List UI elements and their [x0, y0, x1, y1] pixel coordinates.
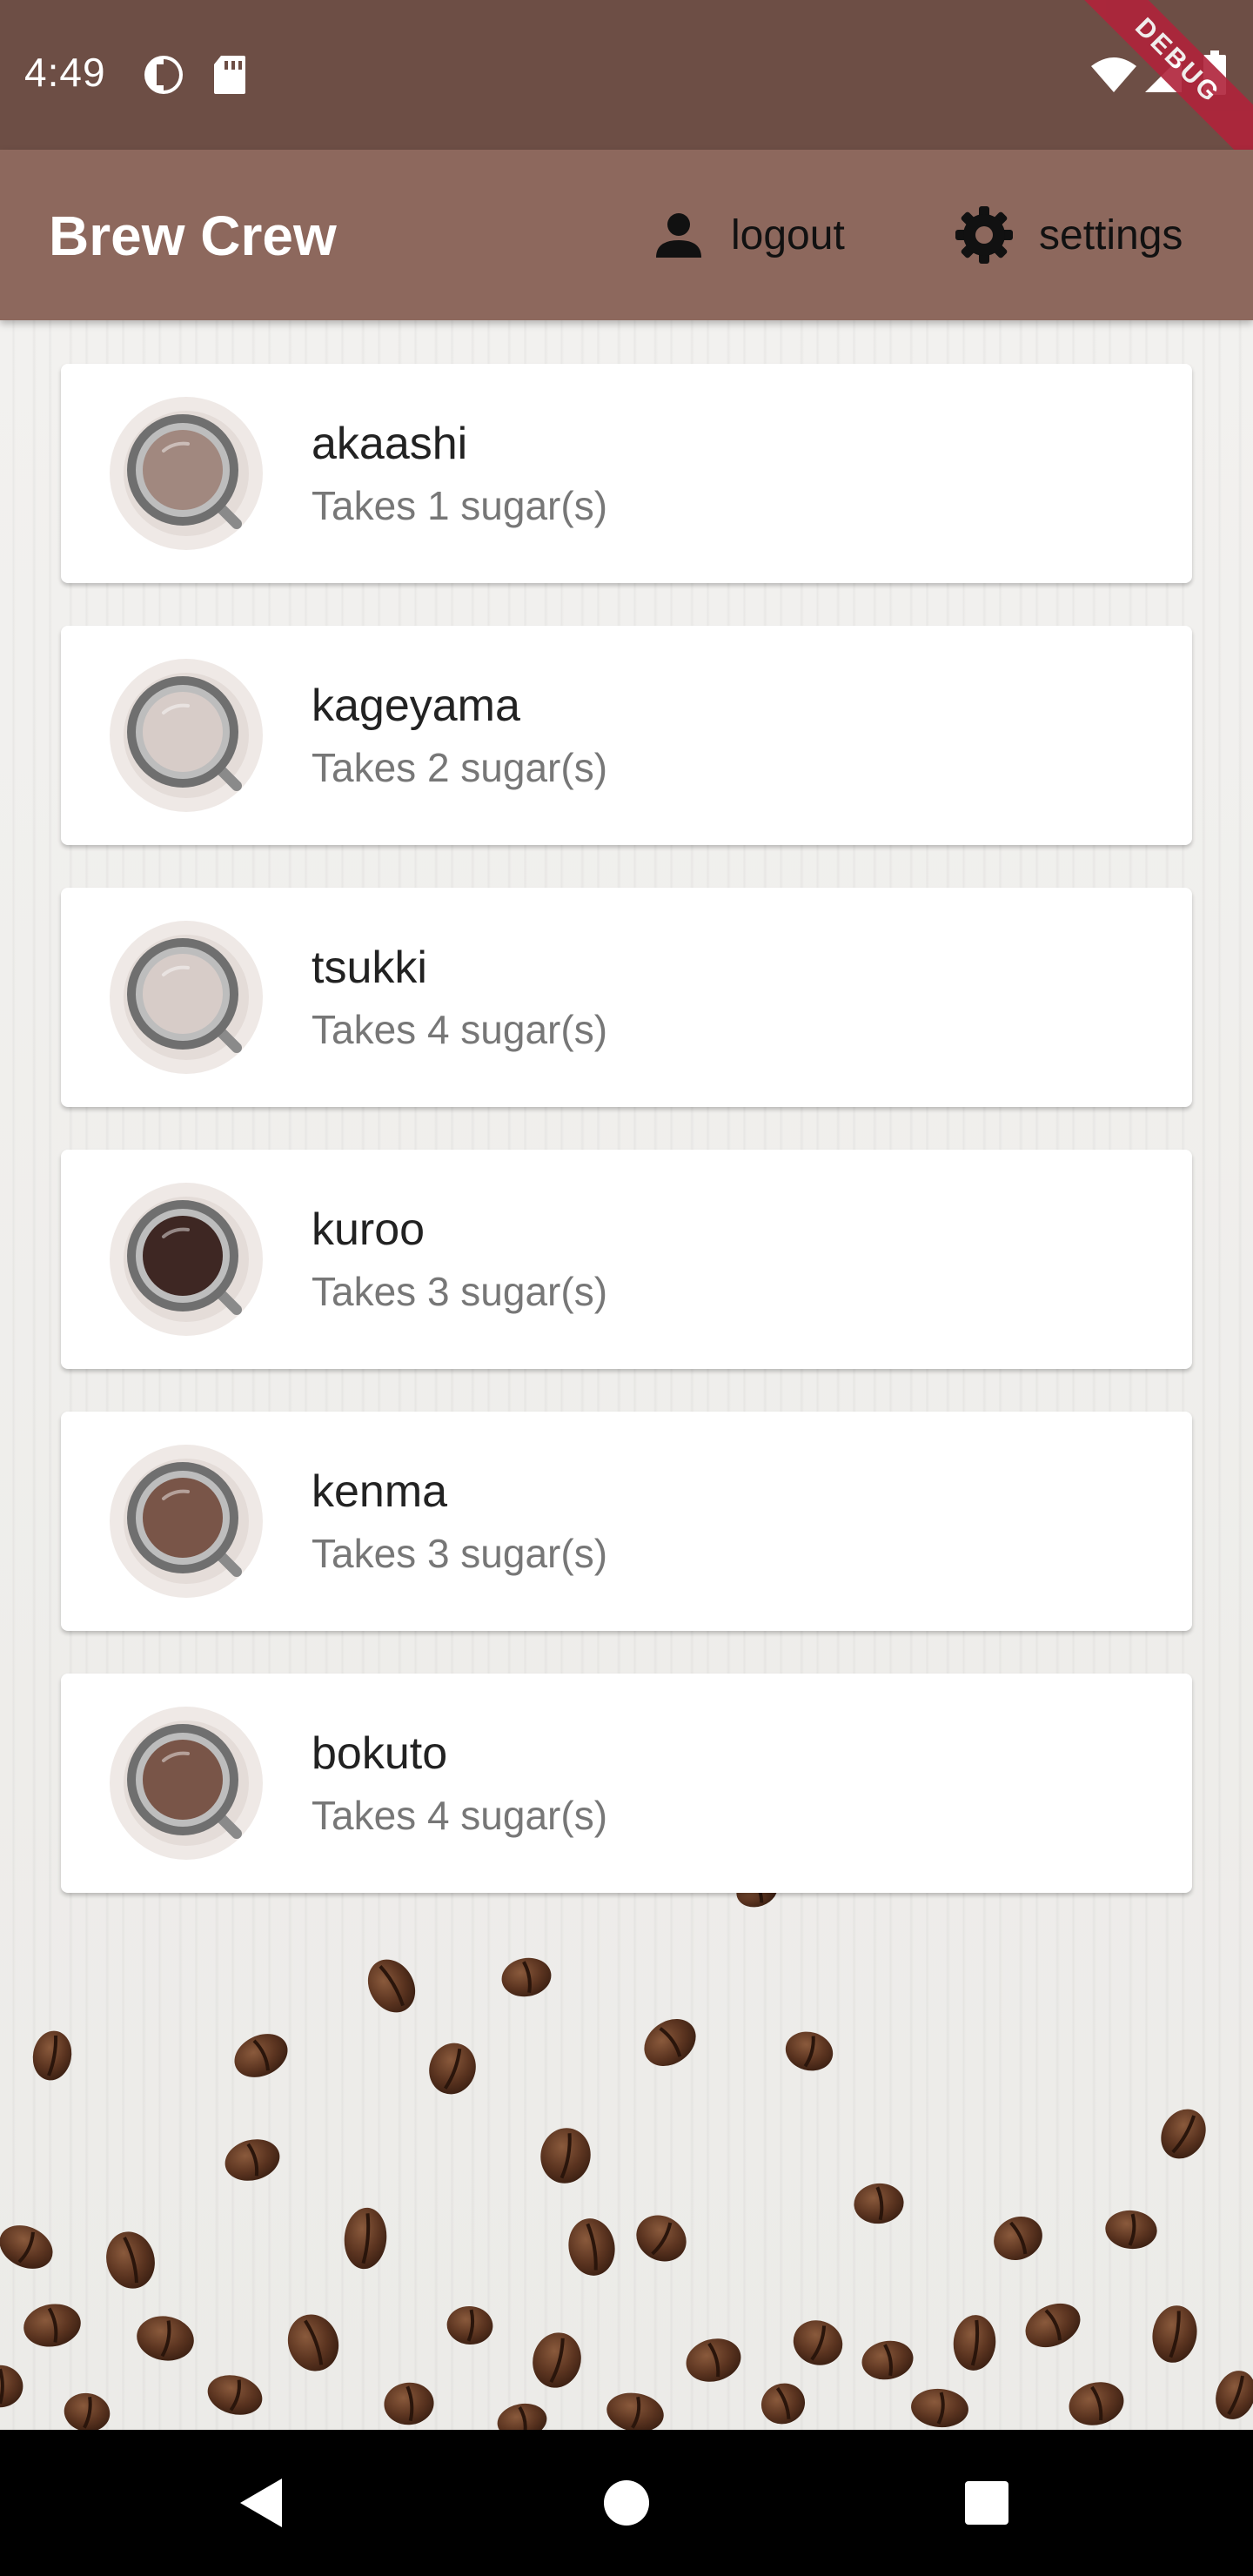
coffee-cup-avatar: [110, 1707, 263, 1860]
brew-list-background: akaashi Takes 1 sugar(s) kageyama Takes …: [0, 320, 1253, 2430]
coffee-bean: [785, 2031, 834, 2071]
home-icon[interactable]: [602, 2477, 651, 2529]
coffee-bean: [606, 2392, 664, 2430]
coffee-bean: [1216, 2371, 1253, 2419]
brew-name: akaashi: [312, 419, 468, 469]
coffee-bean: [854, 2183, 904, 2224]
coffee-bean: [1025, 2303, 1081, 2348]
coffee-bean: [540, 2128, 591, 2184]
brew-name: kenma: [312, 1466, 448, 1517]
coffee-bean: [861, 2340, 914, 2380]
logout-button[interactable]: logout: [651, 191, 845, 278]
coffee-bean: [23, 2304, 81, 2347]
coffee-bean: [0, 2365, 23, 2408]
gear-icon: [954, 205, 1015, 265]
coffee-bean: [367, 1959, 416, 2013]
coffee-bean: [501, 1957, 552, 1997]
coffee-bean: [568, 2218, 615, 2276]
coffee-bean: [497, 2403, 547, 2430]
brew-sugars: Takes 4 sugar(s): [312, 1793, 608, 1838]
brew-name: bokuto: [312, 1728, 448, 1779]
recents-icon[interactable]: [962, 2477, 1011, 2529]
coffee-bean: [344, 2207, 387, 2270]
coffee-bean: [911, 2388, 968, 2428]
brew-list[interactable]: akaashi Takes 1 sugar(s) kageyama Takes …: [61, 364, 1192, 1935]
coffee-cup-avatar: [110, 1445, 263, 1598]
coffee-bean: [446, 2305, 493, 2345]
brew-card[interactable]: kenma Takes 3 sugar(s): [61, 1412, 1192, 1631]
hotspot-icon: [143, 54, 184, 96]
coffee-bean: [224, 2139, 280, 2181]
coffee-bean: [1105, 2210, 1157, 2250]
coffee-bean: [234, 2034, 288, 2077]
coffee-cup-avatar: [110, 397, 263, 550]
back-icon[interactable]: [237, 2477, 285, 2529]
settings-button[interactable]: settings: [954, 191, 1183, 278]
brew-card[interactable]: kageyama Takes 2 sugar(s): [61, 626, 1192, 845]
coffee-bean: [0, 2225, 53, 2269]
coffee-bean: [1161, 2109, 1206, 2159]
app-title: Brew Crew: [49, 205, 337, 267]
brew-sugars: Takes 4 sugar(s): [312, 1007, 608, 1052]
system-nav-bar: [0, 2430, 1253, 2576]
app-bar: Brew Crew logout settings: [0, 150, 1253, 320]
person-icon: [651, 207, 707, 263]
brew-sugars: Takes 1 sugar(s): [312, 483, 608, 528]
brew-sugars: Takes 3 sugar(s): [312, 1269, 608, 1314]
coffee-bean: [793, 2320, 843, 2365]
brew-sugars: Takes 2 sugar(s): [312, 745, 608, 790]
settings-label: settings: [1039, 211, 1183, 258]
brew-card[interactable]: tsukki Takes 4 sugar(s): [61, 888, 1192, 1107]
coffee-bean: [1069, 2382, 1124, 2425]
coffee-bean: [384, 2382, 434, 2425]
coffee-bean: [761, 2383, 806, 2425]
brew-card[interactable]: kuroo Takes 3 sugar(s): [61, 1150, 1192, 1369]
coffee-bean: [64, 2392, 111, 2430]
coffee-cup-avatar: [110, 1183, 263, 1336]
coffee-bean: [686, 2338, 741, 2382]
coffee-cup-avatar: [110, 659, 263, 812]
brew-name: tsukki: [312, 943, 427, 993]
brew-card[interactable]: bokuto Takes 4 sugar(s): [61, 1674, 1192, 1893]
coffee-bean: [32, 2030, 72, 2081]
sd-card-icon: [212, 54, 247, 96]
coffee-bean: [644, 2019, 696, 2066]
logout-label: logout: [731, 211, 845, 258]
coffee-bean: [636, 2215, 687, 2262]
coffee-bean: [1152, 2305, 1197, 2363]
brew-sugars: Takes 3 sugar(s): [312, 1531, 608, 1576]
brew-name: kuroo: [312, 1204, 425, 1255]
brew-card[interactable]: akaashi Takes 1 sugar(s): [61, 364, 1192, 583]
coffee-bean: [137, 2316, 194, 2361]
coffee-bean: [429, 2043, 476, 2095]
coffee-bean: [533, 2332, 581, 2388]
coffee-bean: [953, 2315, 996, 2371]
coffee-bean: [994, 2216, 1042, 2261]
wifi-icon: [1089, 56, 1138, 94]
brew-name: kageyama: [312, 681, 520, 731]
status-bar: 4:49 DEBUG: [0, 0, 1253, 150]
coffee-bean: [106, 2231, 155, 2289]
coffee-cup-avatar: [110, 921, 263, 1074]
coffee-bean: [287, 2314, 339, 2371]
coffee-beans-image: [0, 1873, 1253, 2430]
coffee-bean: [207, 2375, 263, 2415]
status-time: 4:49: [24, 50, 106, 95]
